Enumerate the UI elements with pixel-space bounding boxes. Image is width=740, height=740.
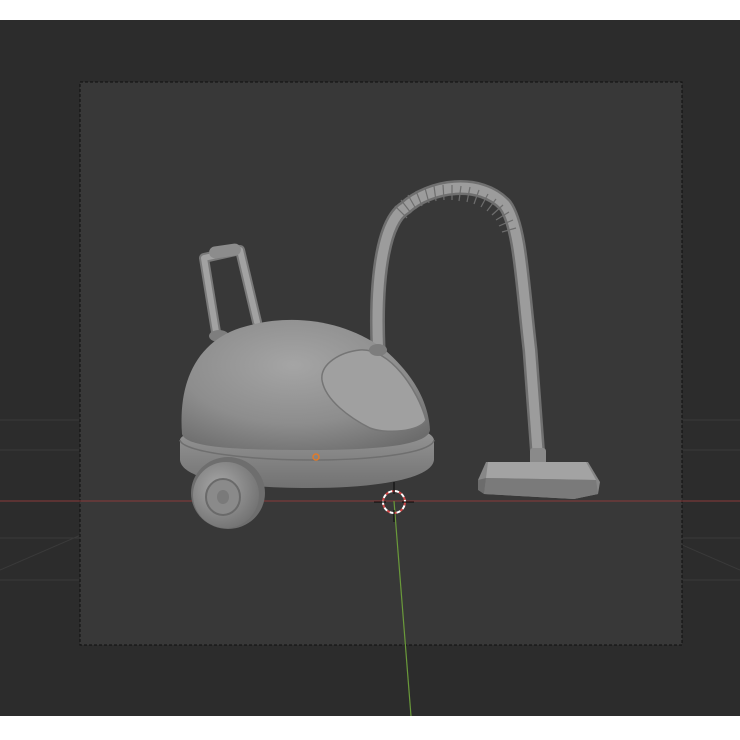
bottom-strip (0, 716, 740, 740)
wheel (191, 457, 265, 529)
3d-viewport[interactable] (0, 20, 740, 716)
floor-nozzle (478, 462, 600, 499)
viewport-scene[interactable] (0, 20, 740, 716)
